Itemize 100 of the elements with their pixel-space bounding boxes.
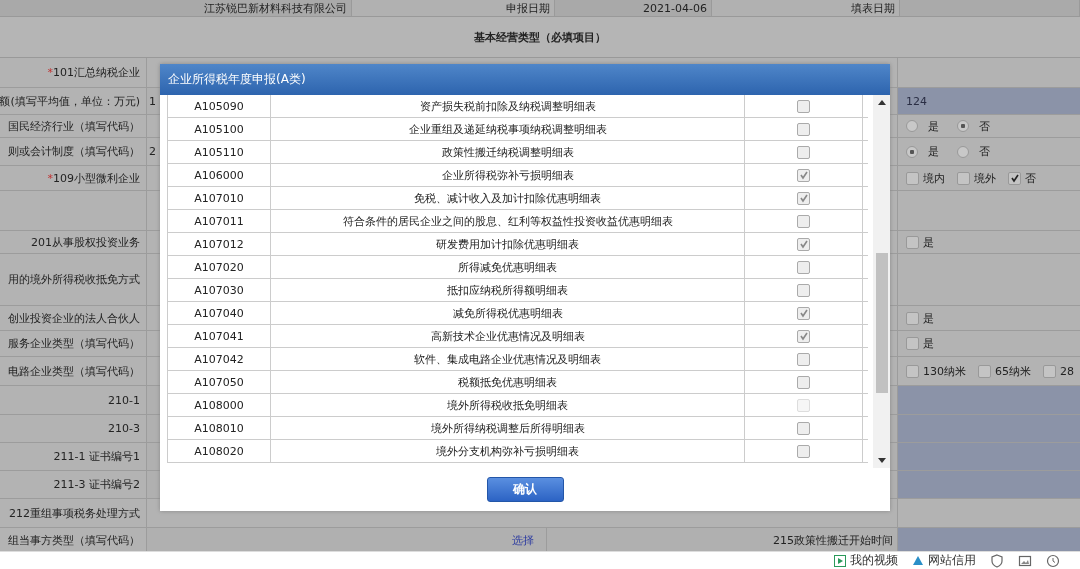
table-cell: A107042 (168, 348, 271, 370)
radio-button[interactable] (957, 145, 969, 158)
option-label: 是 (923, 336, 934, 351)
form-label: 组当事方类型（填写代码） (8, 532, 140, 548)
table-cell: 符合条件的居民企业之间的股息、红利等权益性投资收益优惠明细表 (271, 210, 745, 232)
select-link[interactable]: 选择 (512, 532, 534, 548)
table-cell: A107020 (168, 256, 271, 278)
checkbox[interactable] (797, 145, 810, 159)
table-cell: A105100 (168, 118, 271, 140)
checkbox[interactable] (797, 329, 810, 343)
field-label: 申报日期 (506, 2, 550, 16)
table-cell: 企业所得税弥补亏损明细表 (271, 164, 745, 186)
option-label: 是 (927, 118, 940, 134)
option-label: 否 (978, 144, 991, 159)
form-label: *101汇总纳税企业 (47, 65, 140, 80)
table-cell: 所得减免优惠明细表 (271, 256, 745, 278)
form-label: 额(填写平均值，单位：万元) (0, 93, 140, 109)
table-cell: A107041 (168, 325, 271, 347)
checkbox[interactable] (978, 364, 991, 378)
checkbox[interactable] (1043, 364, 1056, 378)
option-label: 28 (1060, 364, 1074, 378)
shield-icon[interactable] (990, 553, 1004, 568)
radio-button[interactable] (957, 120, 969, 132)
checkbox[interactable] (906, 311, 919, 325)
table-cell: A107040 (168, 302, 271, 324)
form-label: 210-3 (108, 422, 140, 435)
checkbox[interactable] (797, 444, 810, 458)
option-label: 是 (927, 144, 940, 159)
checkbox[interactable] (957, 171, 970, 185)
checkbox[interactable] (797, 168, 810, 182)
table-cell: 减免所得税优惠明细表 (271, 302, 745, 324)
status-item[interactable]: 我的视频 (834, 552, 898, 569)
checkbox[interactable] (797, 237, 810, 251)
table-cell: A107030 (168, 279, 271, 301)
table-cell: 研发费用加计扣除优惠明细表 (271, 233, 745, 255)
option-label: 否 (1025, 170, 1036, 186)
scroll-down-icon[interactable] (877, 458, 886, 464)
radio-button[interactable] (906, 120, 918, 132)
radio-button[interactable] (906, 145, 918, 158)
checkbox[interactable] (797, 191, 810, 205)
checkbox[interactable] (797, 214, 810, 228)
table-cell: 抵扣应纳税所得额明细表 (271, 279, 745, 301)
field-label: 填表日期 (851, 2, 895, 16)
confirm-button[interactable]: 确认 (486, 477, 564, 502)
option-label: 130纳米 (923, 363, 966, 379)
table-cell: A108000 (168, 394, 271, 416)
table-cell: 资产损失税前扣除及纳税调整明细表 (271, 95, 745, 117)
form-label: 211-1 证书编号1 (53, 449, 140, 464)
clock-icon[interactable] (1046, 553, 1060, 568)
checkbox[interactable] (1008, 171, 1021, 185)
table-cell: A107050 (168, 371, 271, 393)
checkbox[interactable] (797, 122, 810, 136)
field-value: 2 (148, 145, 156, 158)
triangle-icon (912, 554, 924, 567)
form-label: 则或会计制度（填写代码） (8, 144, 140, 159)
table-cell: 软件、集成电路企业优惠情况及明细表 (271, 348, 745, 370)
field-value: 124 (906, 94, 927, 108)
checkbox[interactable] (797, 352, 810, 366)
table-cell: 政策性搬迁纳税调整明细表 (271, 141, 745, 163)
checkbox[interactable] (906, 235, 919, 249)
checkbox[interactable] (906, 171, 919, 185)
scrollbar[interactable] (873, 95, 890, 468)
form-label: 电路企业类型（填写代码） (8, 363, 140, 379)
option-label: 否 (978, 118, 991, 134)
form-label: 211-3 证书编号2 (53, 477, 140, 492)
form-label: 212重组事项税务处理方式 (9, 505, 140, 521)
checkbox[interactable] (797, 306, 810, 320)
table-cell: A107012 (168, 233, 271, 255)
option-label: 65纳米 (995, 363, 1031, 379)
table-cell: 税额抵免优惠明细表 (271, 371, 745, 393)
table-cell: 境外所得税收抵免明细表 (271, 394, 745, 416)
scroll-up-icon[interactable] (877, 99, 886, 105)
option-label: 境内 (923, 170, 945, 186)
form-label: 210-1 (108, 393, 140, 407)
form-label: 服务企业类型（填写代码） (8, 336, 140, 351)
checkbox[interactable] (797, 375, 810, 389)
form-label: 201从事股权投资业务 (31, 234, 140, 250)
play-icon (834, 554, 846, 567)
image-icon[interactable] (1018, 553, 1032, 568)
table-cell: A108010 (168, 417, 271, 439)
checkbox[interactable] (797, 260, 810, 274)
table-cell: A107011 (168, 210, 271, 232)
date-value: 2021-04-06 (643, 2, 707, 16)
table-cell: 企业重组及递延纳税事项纳税调整明细表 (271, 118, 745, 140)
form-label: *109小型微利企业 (47, 170, 140, 186)
checkbox[interactable] (797, 421, 810, 435)
checkbox[interactable] (906, 364, 919, 378)
option-label: 是 (923, 310, 934, 326)
company-name: 江苏锐巴新材料科技有限公司 (204, 2, 347, 16)
table-cell: 境外所得纳税调整后所得明细表 (271, 417, 745, 439)
form-label: 用的境外所得税收抵免方式 (8, 272, 140, 287)
checkbox[interactable] (797, 99, 810, 113)
checkbox[interactable] (906, 337, 919, 350)
dialog-title: 企业所得税年度申报(A类) (160, 64, 890, 95)
table-cell: A107010 (168, 187, 271, 209)
form-label: 创业投资企业的法人合伙人 (8, 310, 140, 326)
checkbox[interactable] (797, 283, 810, 297)
form-label: 国民经济行业（填写代码） (8, 118, 140, 134)
status-item[interactable]: 网站信用 (912, 552, 976, 569)
table-cell: 免税、减计收入及加计扣除优惠明细表 (271, 187, 745, 209)
